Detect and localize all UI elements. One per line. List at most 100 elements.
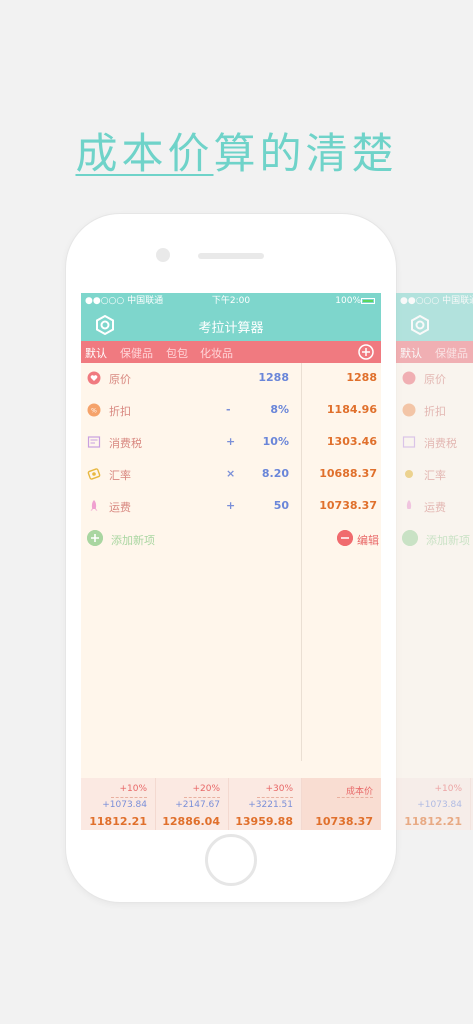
next-screenshot-preview: ●●○○○ 中国联通 默认 保健品 原价 折扣 消费税 汇率 运费 添加新项 +… [396,293,473,830]
row-label: 折扣 [109,405,131,418]
heart-icon [402,371,416,385]
edit-label: 编辑 [357,534,379,547]
tab-cosmetics[interactable]: 化妆品 [200,345,233,361]
markup-amount: +3221.51 [248,800,293,810]
speaker-icon [198,253,264,259]
row-label: 消费税 [109,437,142,450]
category-tabs: 默认 保健品 包包 化妆品 [81,341,381,363]
row-discount[interactable]: % 折扣 - 8% 1184.96 [81,395,381,427]
dashed-divider [111,797,147,798]
headline-underlined: 成本价 [75,129,214,178]
markup-total: 11812.21 [404,815,462,828]
row-sales-tax: 消费税 [396,427,473,459]
dashed-divider [337,797,373,798]
markup-total: 11812.21 [89,815,147,828]
markup-10-col[interactable]: +10% +1073.84 11812.21 [81,778,156,830]
home-button[interactable] [205,834,257,886]
plus-icon [87,530,103,546]
row-operator: + [226,499,236,512]
dashed-divider [257,797,293,798]
settings-gear-icon [411,315,429,335]
carrier: ●●○○○ 中国联通 [400,296,473,306]
row-label: 汇率 [424,469,446,482]
row-result: 1184.96 [326,403,377,416]
nav-bar: 考拉计算器 [81,309,381,341]
tab-health: 保健品 [435,347,468,360]
row-exchange-rate[interactable]: 汇率 × 8.20 10688.37 [81,459,381,491]
row-value[interactable]: 8% [270,403,289,416]
row-operator: × [226,467,236,480]
svg-text:%: % [91,408,97,415]
row-shipping: 运费 [396,491,473,523]
row-original-price[interactable]: 原价 1288 1288 [81,363,381,395]
add-item-label: 添加新项 [111,534,155,547]
markup-amount: +2147.67 [175,800,220,810]
markup-percent: +10% [434,784,462,794]
battery-percent: 100% [335,296,361,306]
plus-icon [402,530,418,546]
row-result: 10688.37 [319,467,377,480]
add-item-label: 添加新项 [426,534,470,547]
row-sales-tax[interactable]: 消费税 + 10% 1303.46 [81,427,381,459]
dashed-divider [184,797,220,798]
markup-30-col[interactable]: +30% +3221.51 13959.88 [229,778,302,830]
headline-rest: 算的清楚 [213,129,398,178]
row-label: 折扣 [424,405,446,418]
receipt-icon [402,436,416,448]
cost-price-col[interactable]: 成本价 10738.37 [302,778,381,830]
row-result: 10738.37 [319,499,377,512]
category-tabs: 默认 保健品 [396,341,473,363]
cost-price-label: 成本价 [345,787,373,797]
app-title: 考拉计算器 [198,321,264,336]
discount-icon: % [87,403,101,417]
battery-icon [361,298,375,304]
discount-icon [402,403,416,417]
row-result: 1288 [346,371,377,384]
row-value[interactable]: 8.20 [262,467,289,480]
row-label: 运费 [424,501,446,514]
tab-default: 默认 [400,347,422,360]
row-value[interactable]: 10% [263,435,289,448]
row-original-price: 原价 [396,363,473,395]
row-label: 运费 [109,501,131,514]
heart-icon [87,371,101,385]
row-discount: 折扣 [396,395,473,427]
row-label: 原价 [424,373,446,386]
row-shipping[interactable]: 运费 + 50 10738.37 [81,491,381,523]
app-screen: ●●○○○ 中国联通 下午2:00 100% 考拉计算器 默认 保健品 包包 化… [81,293,381,830]
markup-amount: +1073.84 [102,800,147,810]
nav-bar [396,309,473,341]
markup-percent: +10% [119,784,147,794]
row-label: 消费税 [424,437,457,450]
tab-bags[interactable]: 包包 [166,345,188,361]
receipt-icon [87,436,101,448]
row-operator: + [226,435,236,448]
status-bar: ●●○○○ 中国联通 [396,293,473,309]
row-value[interactable]: 1288 [258,371,289,384]
tab-health[interactable]: 保健品 [120,345,153,361]
row-value[interactable]: 50 [274,499,289,512]
exchange-icon [87,468,101,480]
markup-percent: +30% [265,784,293,794]
markup-percent: +20% [192,784,220,794]
add-tab-icon[interactable] [358,344,374,360]
row-label: 汇率 [109,469,131,482]
status-bar: ●●○○○ 中国联通 下午2:00 100% [81,293,381,309]
rocket-icon [406,500,412,509]
markup-summary: +10% +1073.84 11812.21 +20% +2147.67 128… [81,778,381,830]
row-result: 1303.46 [326,435,377,448]
markup-total: 12886.04 [162,815,220,828]
cost-price-total: 10738.37 [315,815,373,828]
headline: 成本价算的清楚 [0,120,473,181]
row-exchange-rate: 汇率 [396,459,473,491]
markup-20-col[interactable]: +20% +2147.67 12886.04 [156,778,229,830]
markup-total: 13959.88 [235,815,293,828]
rocket-icon [90,500,98,511]
camera-icon [156,248,170,262]
row-operator: - [226,403,231,416]
exchange-icon [405,470,413,478]
minus-icon [337,530,353,546]
tab-default[interactable]: 默认 [85,345,107,361]
markup-amount: +1073.84 [417,800,462,810]
markup-summary: +10% +1073.84 11812.21 [396,778,473,830]
